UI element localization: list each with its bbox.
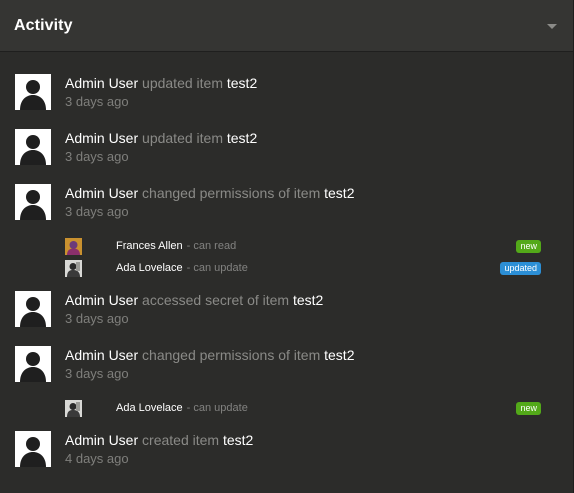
activity-entry: Admin User updated item test2 3 days ago xyxy=(0,127,573,182)
activity-entry: Admin User created item test2 4 days ago xyxy=(0,429,573,484)
activity-header: Activity xyxy=(0,0,573,52)
activity-line: Admin User updated item test2 xyxy=(65,72,573,92)
frances-allen-avatar-icon xyxy=(65,238,82,255)
item-name[interactable]: test2 xyxy=(324,185,354,201)
activity-verb: accessed secret of item xyxy=(142,292,290,308)
actor-name[interactable]: Admin User xyxy=(65,347,138,363)
user-avatar-icon xyxy=(15,291,51,327)
ada-lovelace-avatar-icon xyxy=(65,260,82,277)
timestamp: 3 days ago xyxy=(65,149,129,164)
activity-entry: Admin User accessed secret of item test2… xyxy=(0,289,573,344)
actor-name[interactable]: Admin User xyxy=(65,292,138,308)
activity-line: Admin User created item test2 xyxy=(65,429,573,449)
permission-change-row: Ada Lovelace - can update new xyxy=(65,397,573,419)
timestamp: 4 days ago xyxy=(65,451,129,466)
activity-line: Admin User changed permissions of item t… xyxy=(65,182,573,202)
actor-name[interactable]: Admin User xyxy=(65,185,138,201)
panel-title: Activity xyxy=(14,16,73,34)
new-badge: new xyxy=(516,401,541,415)
chevron-down-icon[interactable] xyxy=(547,24,557,29)
activity-feed: Admin User updated item test2 3 days ago… xyxy=(0,52,573,484)
activity-entry: Admin User changed permissions of item t… xyxy=(0,344,573,399)
user-name[interactable]: Ada Lovelace xyxy=(116,262,183,274)
item-name[interactable]: test2 xyxy=(324,347,354,363)
permission-change-row: Ada Lovelace - can update updated xyxy=(65,257,573,279)
activity-verb: changed permissions of item xyxy=(142,185,321,201)
permission-label: - can read xyxy=(186,240,237,252)
user-name[interactable]: Ada Lovelace xyxy=(116,402,183,414)
permission-change-row: Frances Allen - can read new xyxy=(65,235,573,257)
actor-name[interactable]: Admin User xyxy=(65,432,138,448)
updated-badge: updated xyxy=(500,261,541,275)
activity-line: Admin User changed permissions of item t… xyxy=(65,344,573,364)
item-name[interactable]: test2 xyxy=(223,432,253,448)
item-name[interactable]: test2 xyxy=(293,292,323,308)
activity-entry: Admin User changed permissions of item t… xyxy=(0,182,573,237)
activity-verb: changed permissions of item xyxy=(142,347,321,363)
user-avatar-icon xyxy=(15,129,51,165)
permission-label: - can update xyxy=(186,402,248,414)
timestamp: 3 days ago xyxy=(65,311,129,326)
timestamp: 3 days ago xyxy=(65,204,129,219)
user-avatar-icon xyxy=(15,74,51,110)
activity-verb: updated item xyxy=(142,75,223,91)
new-badge: new xyxy=(516,239,541,253)
actor-name[interactable]: Admin User xyxy=(65,130,138,146)
user-avatar-icon xyxy=(15,431,51,467)
activity-verb: created item xyxy=(142,432,220,448)
user-avatar-icon xyxy=(15,346,51,382)
activity-line: Admin User accessed secret of item test2 xyxy=(65,289,573,309)
activity-panel: Activity Admin User updated item test2 3… xyxy=(0,0,574,493)
user-name[interactable]: Frances Allen xyxy=(116,240,183,252)
permission-label: - can update xyxy=(186,262,248,274)
activity-entry: Admin User updated item test2 3 days ago xyxy=(0,72,573,127)
timestamp: 3 days ago xyxy=(65,94,129,109)
item-name[interactable]: test2 xyxy=(227,75,257,91)
item-name[interactable]: test2 xyxy=(227,130,257,146)
ada-lovelace-avatar-icon xyxy=(65,400,82,417)
activity-verb: updated item xyxy=(142,130,223,146)
actor-name[interactable]: Admin User xyxy=(65,75,138,91)
activity-line: Admin User updated item test2 xyxy=(65,127,573,147)
user-avatar-icon xyxy=(15,184,51,220)
timestamp: 3 days ago xyxy=(65,366,129,381)
permission-changes: Ada Lovelace - can update new xyxy=(0,397,573,419)
permission-changes: Frances Allen - can read new Ada Lovelac… xyxy=(0,235,573,279)
